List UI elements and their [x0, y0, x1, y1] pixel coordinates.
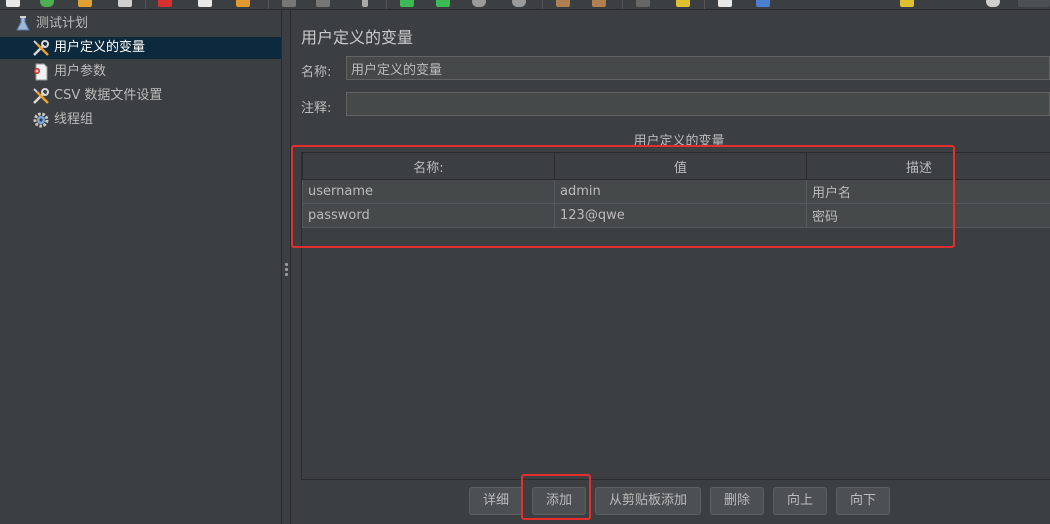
variable-description-cell[interactable]: 用户名 — [806, 179, 1050, 204]
status-icon — [1018, 0, 1050, 7]
expand-icon[interactable] — [282, 0, 296, 7]
variable-name-cell[interactable]: password — [302, 203, 555, 228]
detail-button[interactable]: 详细 — [469, 487, 523, 515]
document-icon — [32, 63, 50, 81]
start-icon[interactable] — [400, 0, 414, 7]
remote-stop-icon[interactable] — [592, 0, 606, 7]
toolbar-separator — [268, 0, 269, 9]
variable-value-cell[interactable]: 123@qwe — [554, 203, 807, 228]
clear-icon[interactable] — [636, 0, 650, 7]
reset-search-icon[interactable] — [756, 0, 770, 7]
toolbar-separator — [386, 0, 387, 9]
comment-label: 注释: — [301, 101, 332, 116]
table-header-row: 名称: 值 描述 — [302, 153, 1050, 180]
move-down-button[interactable]: 向下 — [836, 487, 890, 515]
tree-item-label: 线程组 — [54, 112, 94, 127]
paste-icon[interactable] — [236, 0, 250, 7]
tree-item-user-defined-variables[interactable]: 用户定义的变量 — [0, 37, 281, 59]
tree-item-label: CSV 数据文件设置 — [54, 88, 163, 103]
variable-name-cell[interactable]: username — [302, 179, 555, 204]
toolbar-separator — [704, 0, 705, 9]
column-header-name[interactable]: 名称: — [302, 153, 555, 180]
copy-icon[interactable] — [198, 0, 212, 7]
tree-item-user-parameters[interactable]: 用户参数 — [32, 61, 106, 83]
column-header-description[interactable]: 描述 — [806, 153, 1050, 180]
help-icon[interactable] — [986, 0, 1000, 7]
name-label: 名称: — [301, 65, 332, 80]
delete-button[interactable]: 删除 — [710, 487, 764, 515]
toolbar-separator — [622, 0, 623, 9]
tree-item-thread-group[interactable]: 线程组 — [32, 109, 93, 131]
name-field[interactable] — [346, 56, 1050, 80]
wrench-screwdriver-icon — [32, 87, 50, 105]
move-up-button[interactable]: 向上 — [773, 487, 827, 515]
comment-field[interactable] — [346, 92, 1050, 116]
column-header-value[interactable]: 值 — [554, 153, 807, 180]
tree-item-label: 用户参数 — [54, 64, 107, 79]
open-icon[interactable] — [40, 0, 54, 7]
variable-description-cell[interactable]: 密码 — [806, 203, 1050, 228]
add-from-clipboard-button[interactable]: 从剪贴板添加 — [595, 487, 701, 515]
tree-item-label: 用户定义的变量 — [54, 40, 146, 55]
stop-icon[interactable] — [472, 0, 486, 7]
toolbar-separator — [145, 0, 146, 9]
toggle-icon[interactable] — [362, 0, 368, 7]
variables-table: 名称: 值 描述 username admin 用户名 password 123… — [301, 152, 1050, 480]
save-icon[interactable] — [118, 0, 132, 7]
wrench-screwdriver-icon — [32, 39, 50, 57]
test-plan-tree: 测试计划 用户定义的变量 用户参数 CSV 数据文件设置 线程组 — [0, 10, 282, 524]
new-icon[interactable] — [6, 0, 20, 7]
clear-all-icon[interactable] — [676, 0, 690, 7]
tree-item-test-plan[interactable]: 测试计划 — [14, 13, 88, 35]
pane-splitter[interactable] — [282, 10, 291, 524]
flask-icon — [14, 15, 32, 33]
tree-item-label: 测试计划 — [36, 16, 89, 31]
splitter-grip-dot — [285, 273, 288, 276]
table-caption: 用户定义的变量 — [633, 134, 725, 149]
splitter-grip-dot — [285, 263, 288, 266]
table-row[interactable]: username admin 用户名 — [302, 179, 1050, 204]
cut-icon[interactable] — [158, 0, 172, 7]
toolbar-separator — [542, 0, 543, 9]
start-no-pauses-icon[interactable] — [436, 0, 450, 7]
remote-start-icon[interactable] — [556, 0, 570, 7]
templates-icon[interactable] — [78, 0, 92, 7]
search-icon[interactable] — [718, 0, 732, 7]
variable-value-cell[interactable]: admin — [554, 179, 807, 204]
add-button[interactable]: 添加 — [532, 487, 586, 515]
table-row[interactable]: password 123@qwe 密码 — [302, 203, 1050, 228]
main-toolbar — [0, 0, 1050, 10]
gear-icon — [32, 111, 50, 129]
collapse-icon[interactable] — [316, 0, 330, 7]
tree-item-csv-data-set-config[interactable]: CSV 数据文件设置 — [32, 85, 162, 107]
shutdown-icon[interactable] — [512, 0, 526, 7]
function-helper-icon[interactable] — [900, 0, 914, 7]
splitter-grip-dot — [285, 268, 288, 271]
page-title: 用户定义的变量 — [301, 28, 414, 47]
